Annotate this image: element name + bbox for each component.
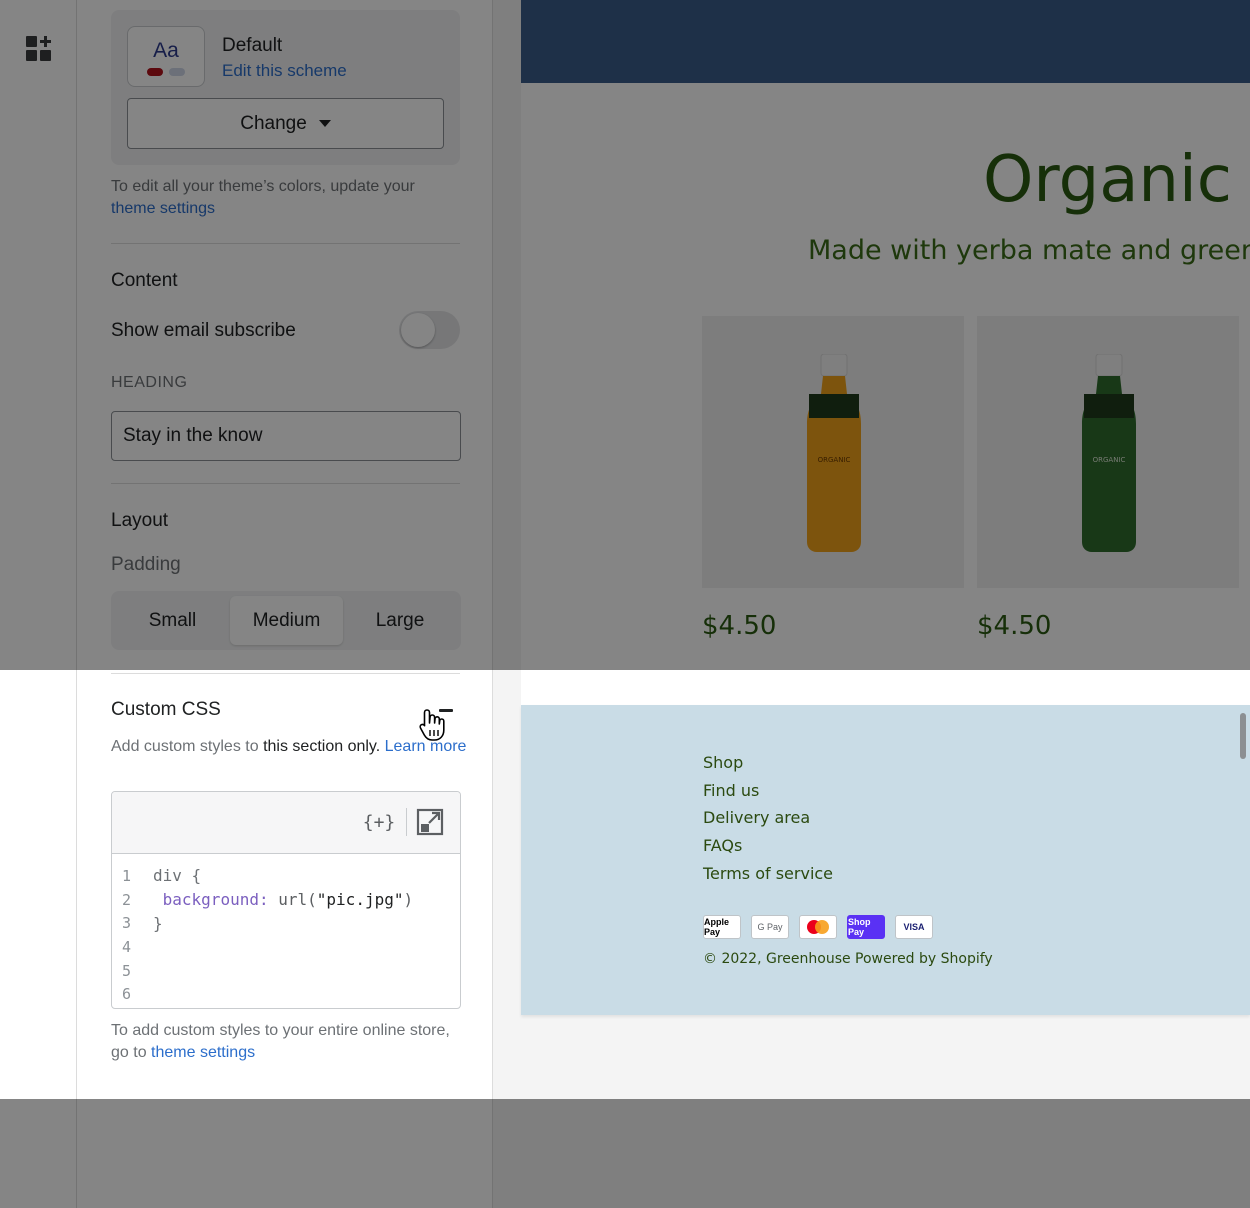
hand-pointer-cursor-icon xyxy=(419,709,445,741)
divider xyxy=(111,243,460,244)
footer-link-find-us[interactable]: Find us xyxy=(703,777,833,805)
code-line: 2 background: url("pic.jpg") xyxy=(112,888,460,912)
scheme-name: Default xyxy=(222,35,283,56)
padding-segmented-control: Small Medium Large xyxy=(111,591,461,650)
line-number: 6 xyxy=(122,985,132,1004)
preview-scrollbar[interactable] xyxy=(1240,713,1246,759)
code-text: } xyxy=(153,913,163,933)
juice-bottle-image: ORGANIC xyxy=(1082,354,1136,552)
line-number: 3 xyxy=(122,914,132,933)
line-number: 1 xyxy=(122,866,132,885)
theme-settings-link[interactable]: theme settings xyxy=(111,200,215,217)
insert-liquid-icon[interactable]: {+} xyxy=(362,808,396,836)
custom-css-footer-hint: To add custom styles to your entire onli… xyxy=(111,1020,467,1064)
scheme-hint: To edit all your theme’s colors, update … xyxy=(111,176,461,220)
expand-editor-icon[interactable] xyxy=(416,808,444,836)
change-scheme-label: Change xyxy=(240,112,307,134)
hero-band xyxy=(521,0,1250,83)
scheme-hint-text: To edit all your theme’s colors, update … xyxy=(111,178,415,195)
code-area[interactable]: 1 div { 2 background: url("pic.jpg") 3 }… xyxy=(112,864,460,1006)
mastercard-logo xyxy=(807,920,829,934)
footer-link-shop[interactable]: Shop xyxy=(703,749,833,777)
layout-section-title: Layout xyxy=(111,510,169,531)
change-scheme-button[interactable]: Change xyxy=(127,98,444,149)
scheme-color-dot xyxy=(147,68,163,76)
copyright-text: © 2022, Greenhouse Powered by Shopify xyxy=(703,951,993,967)
code-line: 6 xyxy=(112,982,460,1006)
padding-label: Padding xyxy=(111,554,181,575)
product-price: $4.50 xyxy=(702,611,777,641)
footer-link-delivery-area[interactable]: Delivery area xyxy=(703,804,833,832)
shop-pay-icon: Shop Pay xyxy=(847,915,885,939)
product-price: $4.50 xyxy=(977,611,1052,641)
svg-text:ORGANIC: ORGANIC xyxy=(818,456,851,464)
content-section-title: Content xyxy=(111,270,178,291)
payment-icons: Apple Pay G Pay Shop Pay VISA xyxy=(703,915,933,939)
scheme-color-dot xyxy=(169,68,185,76)
padding-large-option[interactable]: Large xyxy=(345,596,455,645)
product-image[interactable]: ORGANIC xyxy=(977,316,1239,588)
custom-css-desc-text: Add custom styles to xyxy=(111,738,259,755)
edit-scheme-link[interactable]: Edit this scheme xyxy=(222,61,347,81)
css-property: background: xyxy=(162,890,269,910)
featured-products-section: Organic Made with yerba mate and green t… xyxy=(521,83,1250,670)
email-subscribe-label: Show email subscribe xyxy=(111,320,296,341)
svg-text:ORGANIC: ORGANIC xyxy=(1093,456,1126,464)
code-text: background: url("pic.jpg") xyxy=(142,890,413,909)
padding-small-option[interactable]: Small xyxy=(117,596,228,645)
line-number: 2 xyxy=(122,890,132,909)
css-code-editor[interactable]: {+} 1 div { 2 background: url("pic.jpg")… xyxy=(111,791,461,1009)
code-line: 4 xyxy=(112,935,460,959)
line-number: 4 xyxy=(122,937,132,956)
css-function-close: ) xyxy=(403,890,414,910)
padding-medium-option[interactable]: Medium xyxy=(230,596,343,645)
section-headline: Organic xyxy=(983,143,1232,217)
section-settings-panel: Aa Default Edit this scheme Change To ed… xyxy=(77,0,493,1208)
apple-pay-icon: Apple Pay xyxy=(703,915,741,939)
visa-icon: VISA xyxy=(895,915,933,939)
juice-bottle-image: ORGANIC xyxy=(807,354,861,552)
theme-settings-link[interactable]: theme settings xyxy=(151,1044,255,1061)
google-pay-icon: G Pay xyxy=(751,915,789,939)
store-preview: Organic Made with yerba mate and green t… xyxy=(493,0,1250,1208)
custom-css-title: Custom CSS xyxy=(111,699,221,720)
divider xyxy=(111,673,460,674)
heading-field-label: HEADING xyxy=(111,374,188,391)
line-number: 5 xyxy=(122,961,132,980)
email-subscribe-toggle[interactable] xyxy=(399,311,460,349)
code-line: 5 xyxy=(112,959,460,983)
css-string: "pic.jpg" xyxy=(316,890,404,910)
divider xyxy=(111,483,460,484)
footer-link-faqs[interactable]: FAQs xyxy=(703,832,833,860)
left-rail xyxy=(0,0,77,1208)
editor-toolbar: {+} xyxy=(112,792,460,854)
code-line: 3 } xyxy=(112,911,460,935)
add-section-icon[interactable] xyxy=(24,34,54,64)
caret-down-icon xyxy=(318,120,331,127)
scheme-swatch[interactable]: Aa xyxy=(127,26,205,87)
section-spacer xyxy=(521,670,1250,705)
store-footer: Shop Find us Delivery area FAQs Terms of… xyxy=(521,705,1250,1015)
section-subheading: Made with yerba mate and green te xyxy=(808,235,1250,266)
color-scheme-card: Aa Default Edit this scheme Change xyxy=(111,10,460,165)
code-line: 1 div { xyxy=(112,864,460,888)
code-text: div { xyxy=(153,866,202,886)
scheme-swatch-text: Aa xyxy=(153,39,179,62)
product-image[interactable]: ORGANIC xyxy=(702,316,964,588)
heading-input[interactable] xyxy=(111,411,461,461)
custom-css-description: Add custom styles to this section only. … xyxy=(111,736,467,758)
mastercard-icon xyxy=(799,915,837,939)
footer-menu: Shop Find us Delivery area FAQs Terms of… xyxy=(703,749,833,887)
toggle-knob xyxy=(401,313,435,347)
footer-link-terms[interactable]: Terms of service xyxy=(703,860,833,888)
toolbar-separator xyxy=(406,808,407,836)
custom-css-desc-emphasis: this section only. xyxy=(263,738,381,755)
css-function: url( xyxy=(278,890,317,910)
